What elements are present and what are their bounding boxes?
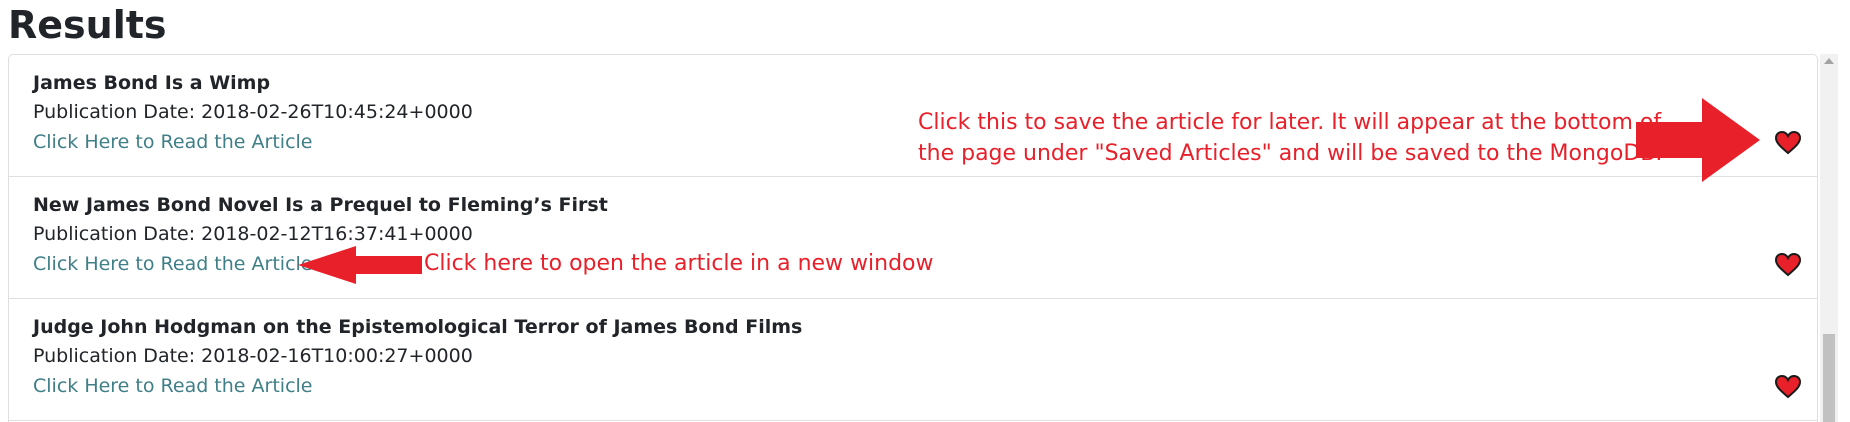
results-heading: Results — [8, 3, 167, 47]
save-annotation-line: Click this to save the article for later… — [918, 110, 1662, 135]
scrollbar[interactable] — [1820, 54, 1838, 422]
save-annotation: Click this to save the article for later… — [918, 107, 1662, 169]
read-article-link[interactable]: Click Here to Read the Article — [33, 251, 312, 277]
publication-date: Publication Date: 2018-02-12T16:37:41+00… — [33, 223, 473, 245]
publication-date: Publication Date: 2018-02-26T10:45:24+00… — [33, 101, 473, 123]
scrollbar-thumb[interactable] — [1823, 334, 1835, 422]
heart-icon[interactable] — [1774, 252, 1802, 277]
save-annotation-line: the page under "Saved Articles" and will… — [918, 141, 1663, 166]
heart-icon[interactable] — [1774, 374, 1802, 399]
read-article-link[interactable]: Click Here to Read the Article — [33, 373, 312, 399]
left-arrow-icon — [298, 246, 422, 284]
article-row: Judge John Hodgman on the Epistemologica… — [9, 299, 1817, 421]
publication-date: Publication Date: 2018-02-16T10:00:27+00… — [33, 345, 473, 367]
article-row: New James Bond Novel Is a Prequel to Fle… — [9, 177, 1817, 299]
article-title: Judge John Hodgman on the Epistemologica… — [33, 316, 803, 338]
heart-icon[interactable] — [1774, 130, 1802, 155]
article-title: James Bond Is a Wimp — [33, 72, 271, 94]
article-title: New James Bond Novel Is a Prequel to Fle… — [33, 194, 608, 216]
scroll-up-arrow-icon[interactable] — [1824, 58, 1834, 64]
open-annotation: Click here to open the article in a new … — [424, 251, 934, 276]
read-article-link[interactable]: Click Here to Read the Article — [33, 129, 312, 155]
results-page: Results James Bond Is a Wimp Publication… — [0, 0, 1850, 422]
right-arrow-icon — [1636, 98, 1760, 182]
